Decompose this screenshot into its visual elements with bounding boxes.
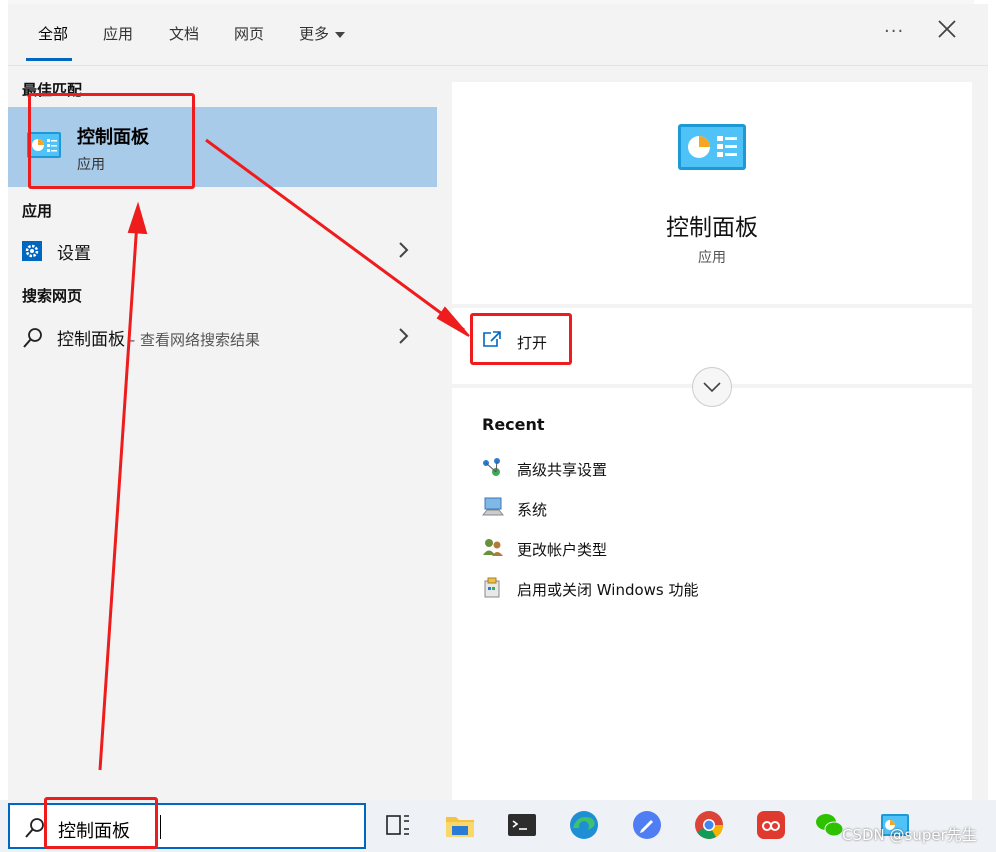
- control-panel-large-icon: [678, 124, 746, 170]
- preview-title: 控制面板: [666, 215, 758, 241]
- chevron-down-icon: [703, 382, 721, 393]
- search-icon: [25, 818, 44, 838]
- file-explorer-icon[interactable]: [443, 808, 477, 842]
- divider: [452, 304, 972, 308]
- control-panel-icon: [27, 132, 61, 158]
- user-accounts-icon: [483, 539, 503, 556]
- recent-item-label: 系统: [517, 501, 548, 519]
- best-match-item[interactable]: 控制面板 应用: [8, 107, 437, 187]
- recent-item-label: 启用或关闭 Windows 功能: [517, 581, 699, 599]
- terminal-icon[interactable]: [505, 808, 539, 842]
- search-icon: [23, 328, 42, 348]
- expand-button[interactable]: [692, 367, 732, 407]
- best-match-subtitle: 应用: [77, 157, 105, 173]
- search-input[interactable]: 控制面板: [58, 817, 130, 843]
- text-cursor: [160, 815, 161, 839]
- tab-more-label: 更多: [299, 25, 330, 43]
- recent-item[interactable]: 启用或关闭 Windows 功能: [482, 575, 962, 605]
- active-tab-indicator: [26, 58, 72, 61]
- tab-more[interactable]: 更多: [299, 23, 346, 44]
- recent-item[interactable]: 系统: [482, 495, 962, 525]
- web-result-hint: - 查看网络搜索结果: [125, 331, 260, 349]
- chrome-icon[interactable]: [692, 808, 726, 842]
- windows-features-icon: [484, 577, 500, 598]
- open-label: 打开: [517, 334, 548, 352]
- network-sharing-icon: [483, 458, 500, 476]
- chevron-down-icon: [335, 31, 346, 38]
- edge-icon[interactable]: [567, 808, 601, 842]
- web-search-header: 搜索网页: [22, 287, 83, 305]
- tab-documents[interactable]: 文档: [169, 23, 199, 44]
- taskbar-search-box[interactable]: 控制面板: [8, 803, 366, 849]
- best-match-title: 控制面板: [77, 127, 149, 148]
- web-result-item[interactable]: 控制面板 - 查看网络搜索结果: [8, 317, 437, 357]
- best-match-header: 最佳匹配: [22, 81, 83, 99]
- netease-icon[interactable]: [754, 808, 788, 842]
- web-result-query: 控制面板: [57, 330, 125, 350]
- taskbar: 控制面板 CSDN @super先生: [0, 800, 996, 852]
- more-options-icon[interactable]: ···: [884, 21, 904, 42]
- recent-header: Recent: [482, 415, 545, 434]
- watermark-text: CSDN @super先生: [842, 826, 977, 844]
- app-result-settings[interactable]: 设置: [8, 231, 437, 271]
- preview-subtitle: 应用: [698, 250, 726, 266]
- computer-system-icon: [482, 497, 504, 516]
- background-window-left: [0, 0, 8, 800]
- recent-item-label: 更改帐户类型: [517, 541, 608, 559]
- tab-apps[interactable]: 应用: [103, 23, 133, 44]
- tab-all[interactable]: 全部: [38, 23, 68, 44]
- recent-item[interactable]: 高级共享设置: [482, 455, 962, 485]
- chevron-right-icon[interactable]: [397, 241, 409, 259]
- tab-web[interactable]: 网页: [234, 23, 264, 44]
- wechat-icon[interactable]: [812, 808, 846, 842]
- start-search-panel: 全部 应用 文档 网页 更多 ··· 最佳匹配 控制面板 应用 应用 设置 搜索…: [8, 4, 988, 800]
- feishu-icon[interactable]: [630, 808, 664, 842]
- recent-item-label: 高级共享设置: [517, 461, 608, 479]
- web-result-label: 控制面板 - 查看网络搜索结果: [57, 325, 260, 350]
- chevron-right-icon[interactable]: [397, 327, 409, 345]
- preview-pane: 控制面板 应用 打开 Recent 高级共享设置 系统 更改帐户类型 启用或关闭…: [452, 82, 972, 800]
- results-list: 最佳匹配 控制面板 应用 应用 设置 搜索网页 控制面板 - 查看网络搜索结果: [8, 67, 437, 800]
- task-view-icon[interactable]: [381, 808, 415, 842]
- search-filter-tabs: 全部 应用 文档 网页 更多 ···: [8, 4, 988, 66]
- open-action[interactable]: 打开: [452, 310, 972, 370]
- close-icon[interactable]: [935, 17, 959, 41]
- settings-gear-icon: [22, 241, 42, 261]
- apps-header: 应用: [22, 202, 53, 220]
- recent-item[interactable]: 更改帐户类型: [482, 535, 962, 565]
- settings-label: 设置: [57, 244, 91, 264]
- open-external-icon: [483, 331, 501, 347]
